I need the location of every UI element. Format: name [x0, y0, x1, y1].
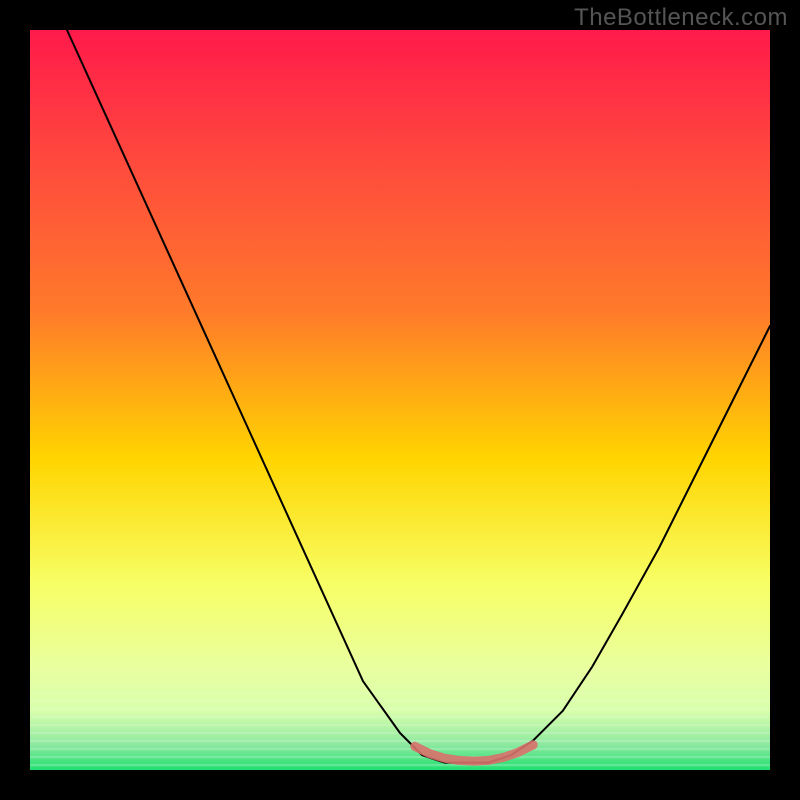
- plot-area: [30, 30, 770, 770]
- watermark-label: TheBottleneck.com: [574, 4, 788, 32]
- chart-frame: TheBottleneck.com: [0, 0, 800, 800]
- gradient-background: [30, 30, 770, 770]
- chart-svg: [30, 30, 770, 770]
